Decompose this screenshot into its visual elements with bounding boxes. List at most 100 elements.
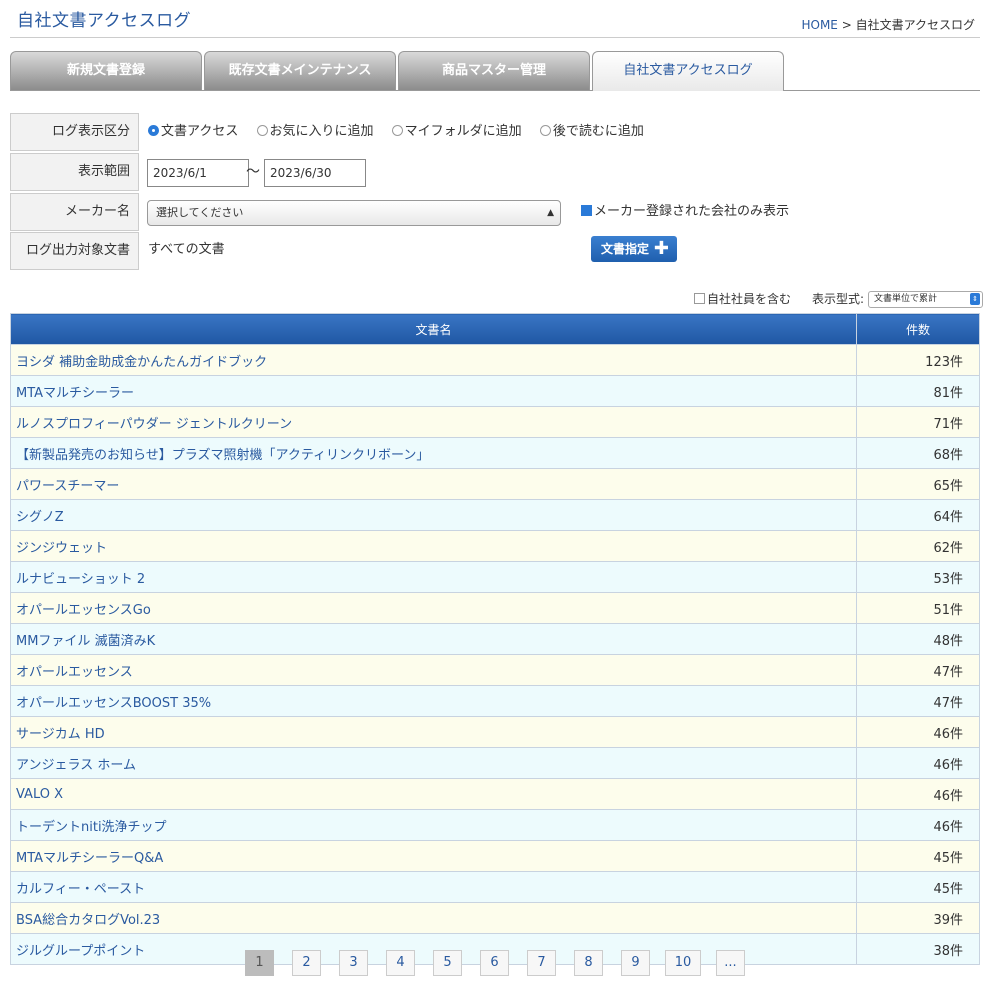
page-link[interactable]: 3 (339, 950, 368, 976)
document-name-link[interactable]: BSA総合カタログVol.23 (10, 902, 857, 934)
table-row: MTAマルチシーラー 81件 (10, 375, 980, 407)
table-row: 【新製品発売のお知らせ】プラズマ照射機「アクティリンクリボーン」 68件 (10, 437, 980, 469)
table-row: シグノZ 64件 (10, 499, 980, 531)
access-count: 53件 (856, 561, 980, 593)
access-count: 65件 (856, 468, 980, 500)
table-row: MTAマルチシーラーQ&A 45件 (10, 840, 980, 872)
maker-select[interactable]: 選択してください ▲ (147, 200, 561, 226)
page-link[interactable]: 9 (621, 950, 650, 976)
access-count: 68件 (856, 437, 980, 469)
log-type-row: ログ表示区分 文書アクセス お気に入りに追加 マイフォルダに追加 後で読むに追加 (10, 113, 980, 151)
document-select-button[interactable]: 文書指定 ✚ (591, 236, 677, 262)
include-staff-checkbox[interactable]: 自社社員を含む (694, 290, 791, 307)
radio-unchecked-icon (539, 125, 551, 136)
document-name-link[interactable]: トーデントniti洗浄チップ (10, 809, 857, 841)
document-name-link[interactable]: サージカム HD (10, 716, 857, 748)
target-row: ログ出力対象文書 すべての文書 文書指定 ✚ (10, 232, 980, 270)
page-link[interactable]: 4 (386, 950, 415, 976)
access-count: 46件 (856, 716, 980, 748)
tab-product-master[interactable]: 商品マスター管理 (398, 51, 590, 90)
document-name-link[interactable]: アンジェラス ホーム (10, 747, 857, 779)
date-to-input[interactable]: 2023/6/30 (264, 159, 366, 187)
document-name-link[interactable]: ジンジウェット (10, 530, 857, 562)
radio-read-later[interactable]: 後で読むに追加 (539, 124, 644, 139)
date-from-input[interactable]: 2023/6/1 (147, 159, 249, 187)
page-link[interactable]: ... (716, 950, 745, 976)
page-link[interactable]: 5 (433, 950, 462, 976)
table-row: オパールエッセンス 47件 (10, 654, 980, 686)
radio-favorites[interactable]: お気に入りに追加 (256, 124, 374, 139)
document-name-link[interactable]: シグノZ (10, 499, 857, 531)
document-name-link[interactable]: オパールエッセンスBOOST 35% (10, 685, 857, 717)
access-count: 48件 (856, 623, 980, 655)
document-name-link[interactable]: パワースチーマー (10, 468, 857, 500)
select-arrow-icon: ⇕ (970, 293, 980, 305)
page-link[interactable]: 8 (574, 950, 603, 976)
log-type-radio-group: 文書アクセス お気に入りに追加 マイフォルダに追加 後で読むに追加 (148, 113, 658, 151)
page-link[interactable]: 7 (527, 950, 556, 976)
radio-checked-icon (148, 125, 159, 136)
target-label: ログ出力対象文書 (10, 232, 139, 270)
document-name-link[interactable]: ヨシダ 補助金助成金かんたんガイドブック (10, 344, 857, 376)
access-count: 46件 (856, 809, 980, 841)
date-range-label: 表示範囲 (10, 153, 139, 191)
access-count: 47件 (856, 654, 980, 686)
range-separator: 〜 (246, 164, 260, 180)
access-count: 47件 (856, 685, 980, 717)
column-header-name[interactable]: 文書名 (10, 313, 857, 345)
checkbox-checked-icon (581, 204, 592, 242)
page-link[interactable]: 2 (292, 950, 321, 976)
log-type-label: ログ表示区分 (10, 113, 139, 151)
page-title: 自社文書アクセスログ (17, 11, 192, 31)
checkbox-unchecked-icon (694, 293, 705, 304)
radio-my-folder[interactable]: マイフォルダに追加 (391, 124, 522, 139)
page-current[interactable]: 1 (245, 950, 274, 976)
document-name-link[interactable]: ルナビューショット 2 (10, 561, 857, 593)
document-name-link[interactable]: オパールエッセンス (10, 654, 857, 686)
document-name-link[interactable]: 【新製品発売のお知らせ】プラズマ照射機「アクティリンクリボーン」 (10, 437, 857, 469)
radio-unchecked-icon (391, 125, 403, 136)
document-name-link[interactable]: カルフィー・ペースト (10, 871, 857, 903)
maker-label: メーカー名 (10, 193, 139, 231)
access-count: 51件 (856, 592, 980, 624)
table-row: ジンジウェット 62件 (10, 530, 980, 562)
access-count: 123件 (856, 344, 980, 376)
tab-bar: 新規文書登録 既存文書メインテナンス 商品マスター管理 自社文書アクセスログ (10, 51, 980, 91)
date-range-row: 表示範囲 2023/6/1 〜 2023/6/30 (10, 153, 980, 191)
document-name-link[interactable]: MTAマルチシーラー (10, 375, 857, 407)
breadcrumb-separator: > (841, 18, 852, 32)
table-row: VALO X 46件 (10, 778, 980, 810)
page-link[interactable]: 10 (665, 950, 701, 976)
access-count: 71件 (856, 406, 980, 438)
tab-access-log[interactable]: 自社文書アクセスログ (592, 51, 784, 91)
tab-document-maintenance[interactable]: 既存文書メインテナンス (204, 51, 396, 90)
table-row: サージカム HD 46件 (10, 716, 980, 748)
maker-only-checkbox[interactable]: メーカー登録された会社のみ表示 (581, 193, 789, 242)
access-log-table: 文書名 件数 ヨシダ 補助金助成金かんたんガイドブック 123件 MTAマルチシーラ… (10, 313, 980, 965)
maker-row: メーカー名 選択してください ▲ メーカー登録された会社のみ表示 (10, 193, 980, 242)
column-header-count[interactable]: 件数 (856, 313, 980, 345)
access-count: 64件 (856, 499, 980, 531)
document-name-link[interactable]: MTAマルチシーラーQ&A (10, 840, 857, 872)
access-count: 46件 (856, 778, 980, 810)
target-value: すべての文書 (148, 242, 225, 257)
document-name-link[interactable]: ルノスプロフィーパウダー ジェントルクリーン (10, 406, 857, 438)
radio-document-access[interactable]: 文書アクセス (148, 124, 238, 139)
access-count: 45件 (856, 840, 980, 872)
access-count: 45件 (856, 871, 980, 903)
tab-new-document[interactable]: 新規文書登録 (10, 51, 202, 90)
table-row: トーデントniti洗浄チップ 46件 (10, 809, 980, 841)
table-row: ルノスプロフィーパウダー ジェントルクリーン 71件 (10, 406, 980, 438)
document-name-link[interactable]: VALO X (10, 778, 857, 810)
divider (10, 37, 980, 38)
select-arrow-icon: ▲ (547, 208, 554, 218)
page-link[interactable]: 6 (480, 950, 509, 976)
document-name-link[interactable]: MMファイル 滅菌済みK (10, 623, 857, 655)
breadcrumb-home-link[interactable]: HOME (801, 18, 837, 32)
table-row: BSA総合カタログVol.23 39件 (10, 902, 980, 934)
format-select[interactable]: 文書単位で累計 ⇕ (868, 291, 983, 308)
format-label: 表示型式: (812, 292, 865, 306)
document-name-link[interactable]: オパールエッセンスGo (10, 592, 857, 624)
table-row: アンジェラス ホーム 46件 (10, 747, 980, 779)
table-row: パワースチーマー 65件 (10, 468, 980, 500)
